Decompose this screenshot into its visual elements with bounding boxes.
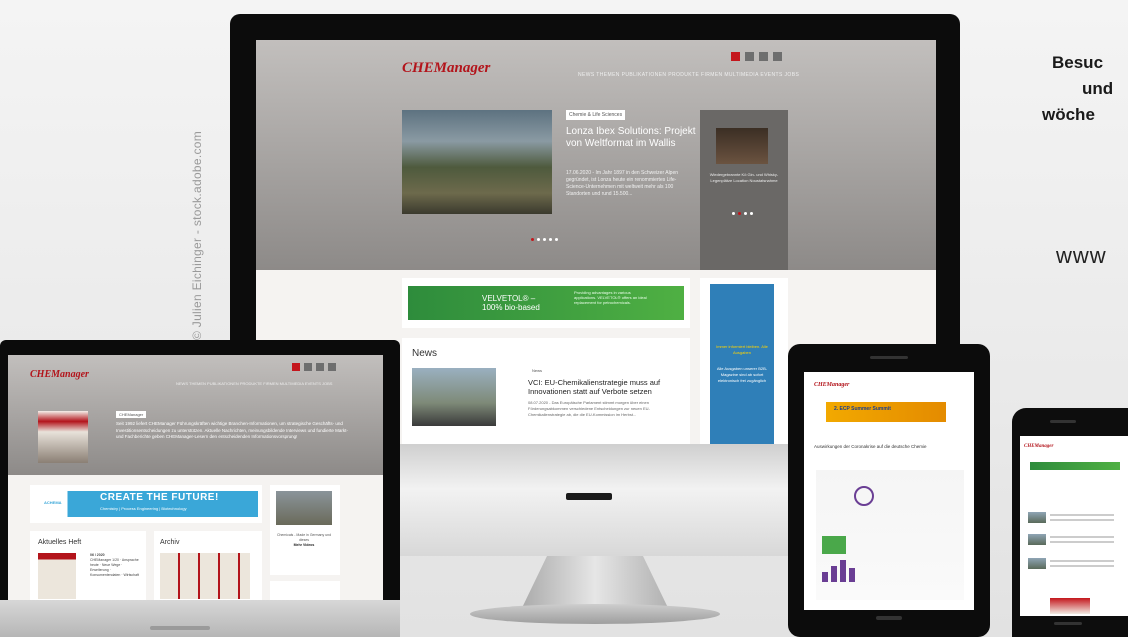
- promo-line-1: Besuc: [1052, 53, 1104, 72]
- hero-tag[interactable]: Chemie & Life Sciences: [566, 110, 626, 120]
- carousel-dot[interactable]: [531, 238, 534, 241]
- carousel-dot[interactable]: [738, 212, 741, 215]
- laptop-screen: CHEManager NEWS THEMEN PUBLIKATIONEN PRO…: [8, 355, 383, 600]
- infographic-bar: [840, 560, 846, 582]
- phone-home-indicator: [1054, 622, 1082, 625]
- news-title[interactable]: VCI: EU-Chemikalienstrategie muss auf In…: [528, 378, 678, 396]
- current-issue-list: 06 / 2020 CHEManager 1/20 · Ansprache he…: [90, 553, 142, 578]
- current-issue-cover[interactable]: [38, 553, 76, 599]
- photo-credit: © Julien Eichinger - stock.adobe.com: [190, 130, 204, 340]
- news-image[interactable]: [412, 368, 496, 426]
- tablet-banner-ad[interactable]: [826, 402, 946, 422]
- laptop-side-box-2: [270, 581, 340, 600]
- side-ad-highlight: Immer informiert bleiben. Alle Ausgaben: [716, 344, 768, 355]
- phone-news-line: [1050, 536, 1114, 538]
- carousel-dot[interactable]: [543, 238, 546, 241]
- tablet-speaker: [870, 356, 908, 359]
- laptop-base: [0, 600, 400, 637]
- laptop-header-icons: [292, 363, 336, 371]
- search-icon[interactable]: [316, 363, 324, 371]
- phone-banner-ad[interactable]: [1030, 462, 1120, 470]
- phone-news-thumb[interactable]: [1028, 558, 1046, 569]
- current-issue-heading: Aktuelles Heft: [38, 539, 82, 546]
- promo-line-2: und: [1082, 79, 1114, 98]
- user-icon[interactable]: [328, 363, 336, 371]
- archive-heading: Archiv: [160, 539, 180, 546]
- side-ad[interactable]: [710, 284, 774, 444]
- tablet-site-logo[interactable]: CHEManager: [814, 382, 849, 388]
- news-text: 08.07.2020 - Das Europäische Parlament s…: [528, 400, 650, 417]
- search-icon[interactable]: [759, 52, 768, 61]
- carousel-dot[interactable]: [537, 238, 540, 241]
- user-icon[interactable]: [773, 52, 782, 61]
- promo-url[interactable]: www: [1056, 243, 1107, 269]
- phone-news-line: [1050, 565, 1114, 567]
- hero-title[interactable]: Lonza Ibex Solutions: Projekt von Weltfo…: [566, 126, 696, 150]
- banner-ad-title-line: VELVETOL® –: [482, 294, 536, 303]
- laptop-video-text: Chemicals - Made in Germany und dieses M…: [274, 533, 334, 548]
- phone-news-line: [1050, 514, 1114, 516]
- site-logo[interactable]: CHEManager: [402, 60, 490, 77]
- monitor-stand-base: [470, 604, 720, 624]
- main-nav[interactable]: NEWS THEMEN PUBLIKATIONEN PRODUKTE FIRME…: [578, 72, 799, 78]
- carousel-dot[interactable]: [549, 238, 552, 241]
- banner-ad-title: VELVETOL® – 100% bio-based: [482, 294, 540, 312]
- banner-ad-title-line: 100% bio-based: [482, 303, 540, 312]
- promo-line-3: wöche: [1042, 105, 1095, 124]
- phone-news-line: [1050, 519, 1114, 521]
- infographic-bar: [849, 568, 855, 582]
- news-tag: News: [532, 368, 543, 373]
- laptop-ad-subtitle: Chemistry | Process Engineering | Biotec…: [100, 506, 187, 511]
- laptop-magazine-cover[interactable]: [38, 411, 88, 463]
- tablet-infographic-bars: [822, 560, 855, 582]
- laptop-ad-title: CREATE THE FUTURE!: [100, 492, 219, 503]
- phone-news-line: [1050, 560, 1114, 562]
- laptop-site-logo[interactable]: CHEManager: [30, 369, 89, 380]
- tablet-home-button: [876, 616, 902, 620]
- banner-ad-subtitle: Providing advantages in various applicat…: [574, 290, 647, 305]
- laptop-video-link[interactable]: Mehr Videos: [274, 543, 334, 548]
- phone-speaker: [1050, 420, 1076, 423]
- phone-magazine-cover[interactable]: [1050, 598, 1090, 614]
- current-issue-items[interactable]: CHEManager 1/20 · Ansprache heute · Neue…: [90, 558, 142, 578]
- side-teaser-image[interactable]: [716, 128, 768, 164]
- language-de-icon[interactable]: [731, 52, 740, 61]
- news-heading: News: [412, 348, 438, 359]
- laptop-main-nav[interactable]: NEWS THEMEN PUBLIKATIONEN PRODUKTE FIRME…: [176, 381, 332, 386]
- archive-covers[interactable]: [160, 553, 250, 599]
- promo-heading: Besuc und wöche: [1042, 50, 1128, 128]
- side-carousel-dots[interactable]: [732, 212, 753, 215]
- laptop-intro-text: Seit 1992 liefert CHEManager Führungskrä…: [116, 421, 348, 439]
- laptop-tag: CHEManager: [116, 411, 147, 418]
- carousel-dot[interactable]: [744, 212, 747, 215]
- infographic-bar: [831, 566, 837, 582]
- infographic-bar: [822, 572, 828, 582]
- hero-carousel-dots[interactable]: [531, 238, 558, 241]
- side-teaser-text: Wiedergebrannte Kö Gin- und Whisky-Legen…: [709, 172, 779, 183]
- tablet-ad-title: 2. ECP Summer Summit: [834, 406, 891, 412]
- laptop-ad-brand: ACHEMA: [44, 500, 62, 505]
- monitor-logo-slot: [566, 493, 612, 500]
- phone-news-line: [1050, 541, 1114, 543]
- tablet-article-heading[interactable]: Auswirkungen der Coronakrise auf die deu…: [814, 444, 964, 449]
- phone-news-thumb[interactable]: [1028, 512, 1046, 523]
- phone-site-logo[interactable]: CHEManager: [1024, 444, 1053, 449]
- language-en-icon[interactable]: [745, 52, 754, 61]
- hero-image[interactable]: [402, 110, 552, 214]
- carousel-dot[interactable]: [555, 238, 558, 241]
- side-ad-text: Alle Ausgaben unserer B2B-Magazine sind …: [716, 366, 768, 383]
- phone-news-thumb[interactable]: [1028, 534, 1046, 545]
- tablet-infographic-block: [822, 536, 846, 554]
- language-en-icon[interactable]: [304, 363, 312, 371]
- laptop-video-thumbnail[interactable]: [276, 491, 332, 525]
- hero-text: 17.06.2020 - Im Jahr 1897 in den Schweiz…: [566, 170, 679, 197]
- laptop-video-caption: Chemicals - Made in Germany und dieses: [276, 533, 332, 542]
- header-icons: [731, 52, 782, 61]
- carousel-dot[interactable]: [750, 212, 753, 215]
- tablet-infographic-circle: [854, 486, 874, 506]
- carousel-dot[interactable]: [732, 212, 735, 215]
- laptop-notch: [150, 626, 210, 630]
- language-de-icon[interactable]: [292, 363, 300, 371]
